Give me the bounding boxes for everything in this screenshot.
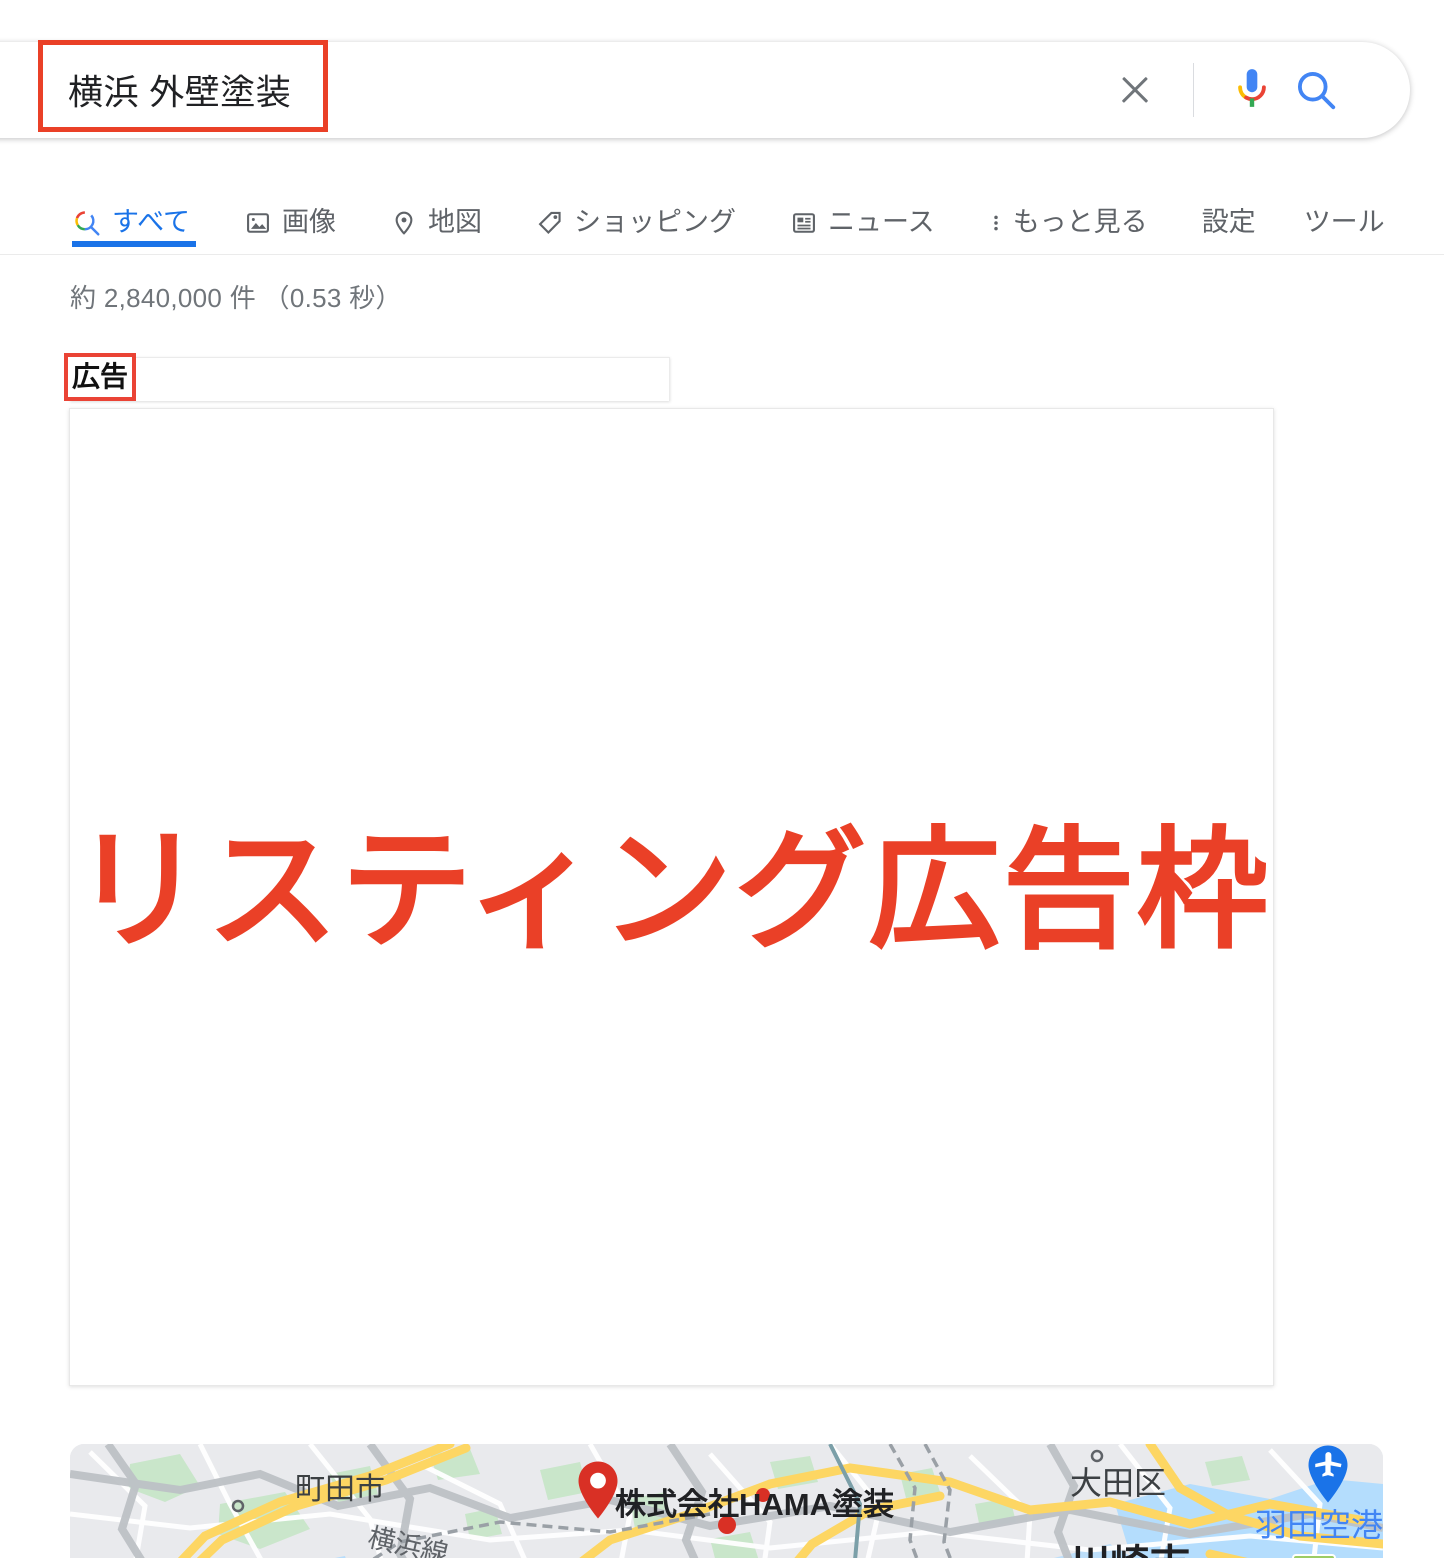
tab-label: もっと見る — [1012, 207, 1148, 237]
tab-label: ツール — [1303, 207, 1385, 237]
microphone-icon — [1238, 69, 1266, 107]
voice-search-button[interactable] — [1220, 58, 1284, 122]
airport-map-pin-icon[interactable] — [1305, 1444, 1351, 1504]
tab-label: 画像 — [282, 207, 337, 237]
business-map-pin-icon[interactable] — [575, 1460, 621, 1520]
tab-label: すべて — [112, 207, 191, 237]
result-stats: 約 2,840,000 件 （0.53 秒） — [70, 283, 402, 313]
tab-more[interactable]: もっと見る — [989, 176, 1148, 247]
newspaper-icon — [790, 187, 818, 237]
tab-label: 地図 — [428, 207, 483, 237]
listing-ad-placeholder-text: リスティング広告枠 — [72, 814, 1271, 968]
map-poi-dot — [756, 1488, 770, 1502]
map-route-shield: K6 — [1292, 1554, 1336, 1558]
map-poi-dot — [718, 1516, 736, 1534]
tab-settings[interactable]: 設定 — [1202, 176, 1256, 247]
local-map[interactable]: 町田市 横浜線 株式会社HAMA塗装 大田区 川崎市 羽田空港 K6 — [70, 1444, 1383, 1558]
tab-shopping[interactable]: ショッピング — [536, 176, 736, 247]
search-icon — [1297, 71, 1336, 110]
search-bar-actions — [1103, 42, 1348, 138]
image-icon — [244, 187, 272, 237]
search-submit-button[interactable] — [1284, 58, 1348, 122]
tab-tools[interactable]: ツール — [1304, 176, 1385, 247]
tab-all[interactable]: すべて — [72, 176, 196, 247]
ad-badge-highlight: 広告 — [64, 353, 136, 401]
google-search-icon — [72, 186, 102, 238]
tab-images[interactable]: 画像 — [244, 176, 336, 247]
map-pin-icon — [390, 187, 418, 237]
clear-search-button[interactable] — [1103, 58, 1167, 122]
search-divider — [1193, 63, 1194, 117]
tab-maps[interactable]: 地図 — [390, 176, 482, 247]
close-icon — [1118, 73, 1152, 107]
tab-news[interactable]: ニュース — [790, 176, 935, 247]
ad-badge-label: 広告 — [71, 361, 128, 392]
map-canvas — [70, 1444, 1383, 1558]
active-tab-underline — [72, 241, 196, 247]
tab-label: ショッピング — [574, 207, 737, 237]
search-query-highlight-box — [38, 40, 328, 132]
tab-label: ニュース — [828, 207, 935, 237]
search-tabs: すべて 画像 地図 ショッピング ニュース もっと見る 設定 ツール — [0, 176, 1444, 255]
ad-header-card — [70, 357, 670, 401]
tab-label: 設定 — [1201, 207, 1256, 237]
google-search-results-page: 横浜 外壁塗装 すべて 画像 地図 ショッピング ニュース もっと見る 設定 ツ… — [0, 0, 1444, 1558]
price-tag-icon — [536, 187, 564, 237]
more-vert-icon — [989, 187, 1003, 237]
listing-ad-placeholder[interactable]: リスティング広告枠 — [69, 408, 1274, 1386]
